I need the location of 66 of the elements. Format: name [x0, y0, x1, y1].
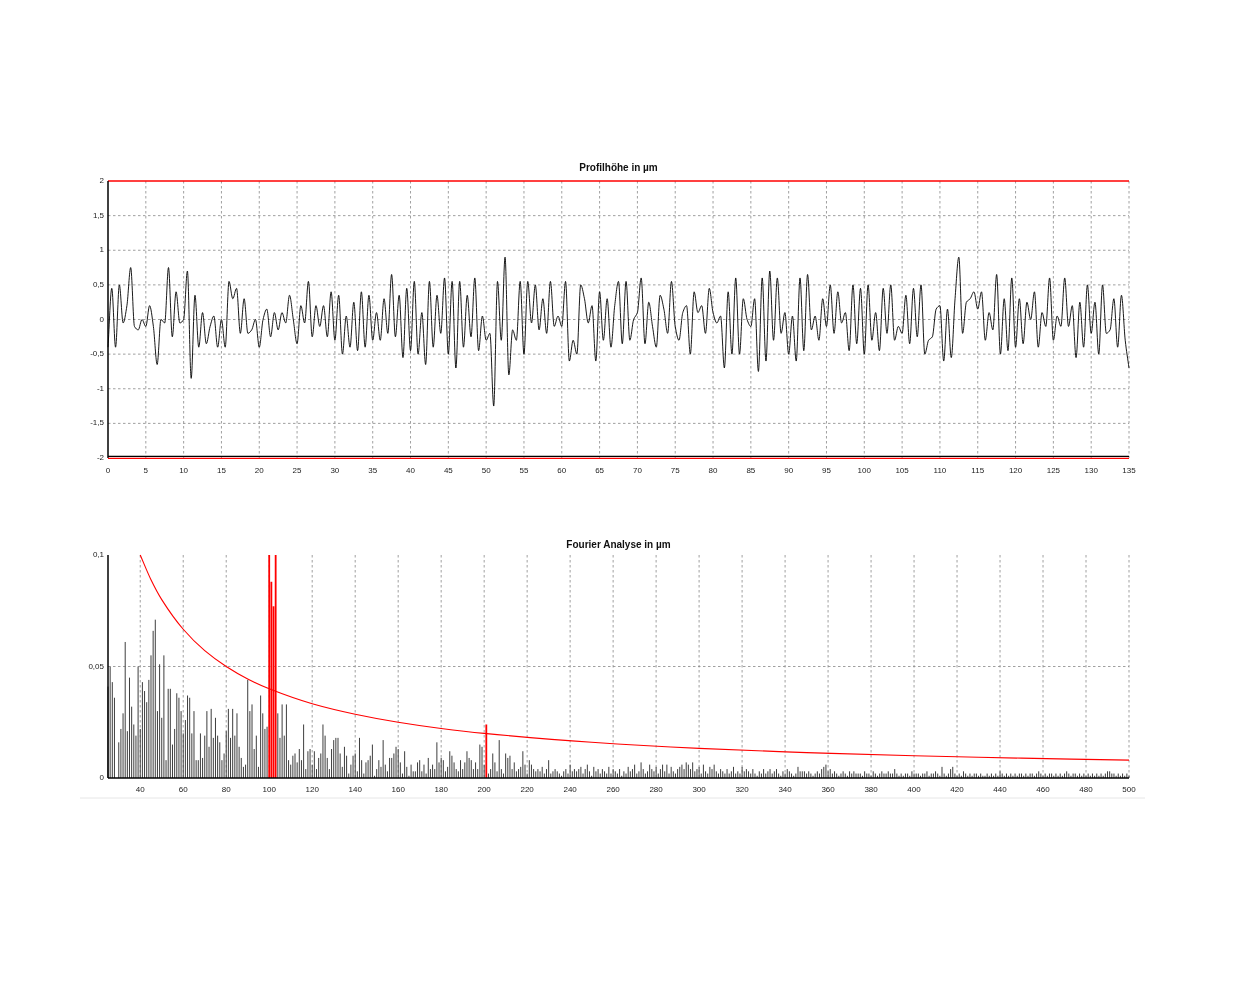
axis-label: 460	[1036, 785, 1050, 795]
axis-label: -1,5	[90, 418, 104, 428]
axis-label: 120	[305, 785, 319, 795]
axis-label: 25	[292, 466, 302, 476]
axis-label: 320	[735, 785, 749, 795]
axis-label: 125	[1046, 466, 1061, 476]
axis-label: 100	[262, 785, 276, 795]
axis-label: 500	[1122, 785, 1136, 795]
axis-label: 40	[406, 466, 415, 476]
axis-label: 200	[477, 785, 491, 795]
axis-label: 50	[481, 466, 491, 476]
axis-label: 300	[692, 785, 706, 795]
axis-label: 35	[368, 466, 378, 476]
axis-label: 260	[606, 785, 620, 795]
axis-label: 180	[434, 785, 448, 795]
axis-label: 135	[1122, 466, 1136, 476]
axis-label: 65	[595, 466, 605, 476]
axis-label: 30	[330, 466, 340, 476]
axis-label: 280	[649, 785, 663, 795]
axis-label: 160	[391, 785, 405, 795]
axis-label: 0	[105, 466, 111, 476]
axis-label: -2	[96, 453, 104, 463]
axis-label: 130	[1084, 466, 1098, 476]
axis-label: 105	[895, 466, 909, 476]
axis-label: 75	[670, 466, 680, 476]
axis-label: 80	[708, 466, 718, 476]
axis-label: 70	[632, 466, 642, 476]
axis-label: 0,05	[88, 661, 104, 671]
axis-label: 115	[971, 466, 985, 476]
chart-title: Profilhöhe in µm	[579, 161, 658, 173]
axis-label: 340	[778, 785, 792, 795]
axis-label: 80	[221, 785, 231, 795]
axis-label: 0	[99, 314, 104, 324]
axis-label: 440	[993, 785, 1007, 795]
axis-label: 220	[520, 785, 534, 795]
axis-label: 95	[822, 466, 831, 476]
axis-label: 15	[217, 466, 226, 476]
axis-label: 60	[557, 466, 567, 476]
axis-label: 360	[821, 785, 835, 795]
axis-label: 20	[254, 466, 264, 476]
axis-label: 2	[99, 176, 104, 186]
axis-label: 480	[1079, 785, 1093, 795]
axis-label: -1	[96, 383, 104, 393]
chart-title: Fourier Analyse in µm	[566, 538, 671, 550]
axis-label: 60	[178, 785, 188, 795]
axis-label: 240	[563, 785, 577, 795]
axis-label: 85	[746, 466, 756, 476]
axis-label: 100	[857, 466, 871, 476]
axis-label: 10	[179, 466, 189, 476]
axis-label: 0,1	[92, 550, 104, 560]
axis-label: 420	[950, 785, 964, 795]
axis-label: 90	[784, 466, 794, 476]
axis-label: 0	[99, 773, 104, 783]
axis-label: -0,5	[90, 349, 104, 359]
axis-label: 45	[443, 466, 453, 476]
axis-label: 120	[1008, 466, 1023, 476]
axis-label: 1	[99, 245, 104, 255]
axis-label: 5	[143, 466, 149, 476]
axis-label: 140	[348, 785, 362, 795]
axis-label: 110	[933, 466, 947, 476]
axis-label: 0,5	[92, 280, 104, 289]
axis-label: 55	[519, 466, 529, 476]
axis-label: 380	[864, 785, 878, 795]
axis-label: 400	[907, 785, 921, 795]
axis-label: 1,5	[92, 210, 104, 220]
axis-label: 40	[135, 785, 145, 795]
